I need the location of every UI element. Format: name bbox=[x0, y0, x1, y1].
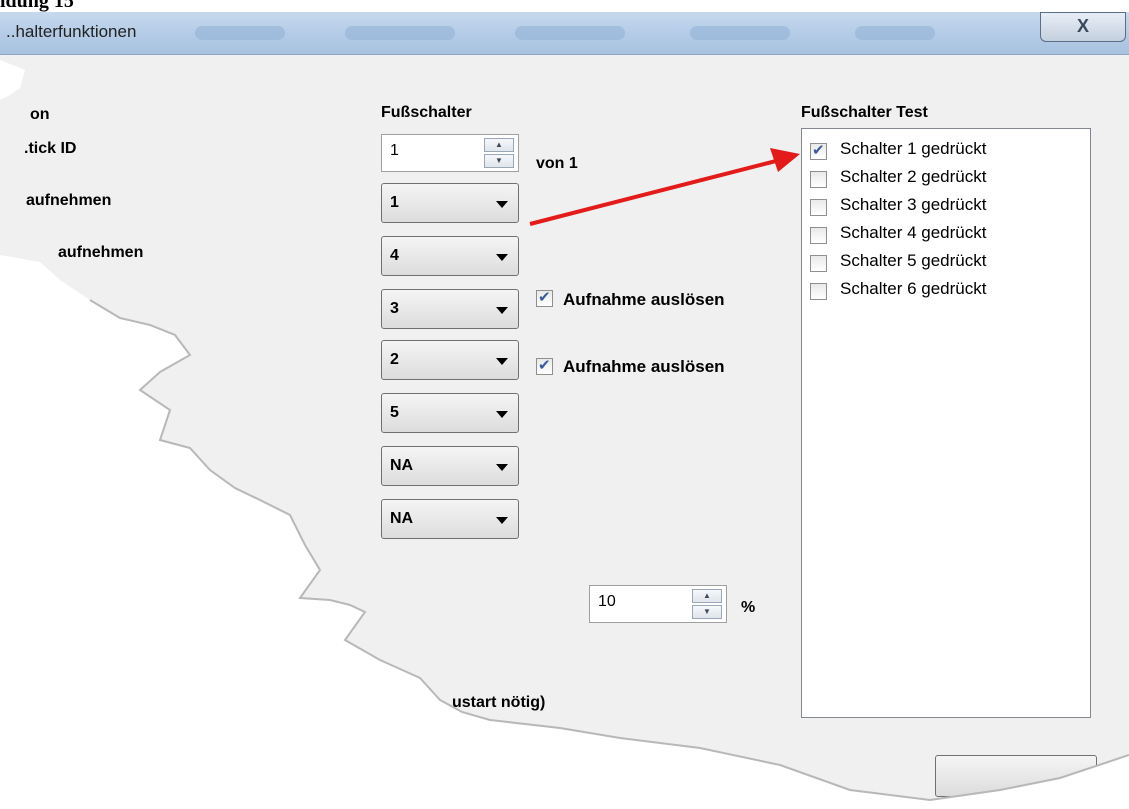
switch-5-checkbox[interactable] bbox=[810, 255, 827, 272]
switch-6-label: Schalter 6 gedrückt bbox=[840, 279, 987, 298]
ok-button-partial[interactable] bbox=[935, 755, 1097, 797]
test-header: Fußschalter Test bbox=[801, 104, 928, 121]
switch-test-listbox[interactable]: Schalter 1 gedrückt Schalter 2 gedrückt … bbox=[801, 128, 1091, 718]
combo-value: 3 bbox=[390, 300, 399, 317]
of-count-label: von 1 bbox=[536, 155, 578, 172]
percent-value: 10 bbox=[598, 593, 616, 610]
down-arrow-icon[interactable]: ▼ bbox=[692, 605, 722, 619]
chevron-down-icon bbox=[496, 307, 508, 314]
footswitch-combo-3[interactable]: 3 bbox=[381, 289, 519, 329]
switch-1-label: Schalter 1 gedrückt bbox=[840, 139, 987, 158]
footswitch-combo-6[interactable]: NA bbox=[381, 446, 519, 486]
restart-note: ustart nötig) bbox=[452, 694, 546, 711]
blurred-menu-tab bbox=[345, 26, 455, 40]
switch-6-checkbox[interactable] bbox=[810, 283, 827, 300]
footswitch-combo-4[interactable]: 2 bbox=[381, 340, 519, 380]
window-title: ..halterfunktionen bbox=[6, 22, 137, 41]
chevron-down-icon bbox=[496, 464, 508, 471]
footswitch-combo-1[interactable]: 1 bbox=[381, 183, 519, 223]
percent-spinner[interactable]: 10 ▲ ▼ bbox=[589, 585, 727, 623]
trigger-recording-label-1: Aufnahme auslösen bbox=[563, 290, 725, 309]
combo-value: 4 bbox=[390, 247, 399, 264]
chevron-down-icon bbox=[496, 201, 508, 208]
combo-value: 5 bbox=[390, 404, 399, 421]
left-label-record-1: aufnehmen bbox=[26, 192, 112, 209]
switch-4-checkbox[interactable] bbox=[810, 227, 827, 244]
chevron-down-icon bbox=[496, 411, 508, 418]
trigger-recording-label-2: Aufnahme auslösen bbox=[563, 357, 725, 376]
combo-value: 2 bbox=[390, 351, 399, 368]
blurred-menu-tab bbox=[515, 26, 625, 40]
blurred-menu-tab bbox=[195, 26, 285, 40]
switch-3-label: Schalter 3 gedrückt bbox=[840, 195, 987, 214]
switch-4-label: Schalter 4 gedrückt bbox=[840, 223, 987, 242]
footswitch-header: Fußschalter bbox=[381, 104, 472, 121]
combo-value: NA bbox=[390, 510, 414, 527]
blurred-menu-tab bbox=[690, 26, 790, 40]
footswitch-combo-7[interactable]: NA bbox=[381, 499, 519, 539]
chevron-down-icon bbox=[496, 358, 508, 365]
chevron-down-icon bbox=[496, 254, 508, 261]
switch-5-label: Schalter 5 gedrückt bbox=[840, 251, 987, 270]
combo-value: NA bbox=[390, 457, 414, 474]
footswitch-id-value: 1 bbox=[390, 142, 399, 159]
footswitch-combo-2[interactable]: 4 bbox=[381, 236, 519, 276]
up-arrow-icon[interactable]: ▲ bbox=[692, 589, 722, 603]
left-label-record-2: aufnehmen bbox=[58, 244, 144, 261]
left-label-stick-id: .tick ID bbox=[24, 140, 77, 157]
window-titlebar: ..halterfunktionen X bbox=[0, 12, 1129, 55]
switch-2-checkbox[interactable] bbox=[810, 171, 827, 188]
trigger-recording-checkbox-1[interactable] bbox=[536, 288, 553, 307]
blurred-menu-tab bbox=[855, 26, 935, 40]
trigger-recording-checkbox-2[interactable] bbox=[536, 356, 553, 375]
down-arrow-icon[interactable]: ▼ bbox=[484, 154, 514, 168]
close-button[interactable]: X bbox=[1040, 12, 1126, 42]
switch-3-checkbox[interactable] bbox=[810, 199, 827, 216]
footswitch-id-spinner[interactable]: 1 ▲ ▼ bbox=[381, 134, 519, 172]
switch-2-label: Schalter 2 gedrückt bbox=[840, 167, 987, 186]
footswitch-combo-5[interactable]: 5 bbox=[381, 393, 519, 433]
percent-unit-label: % bbox=[741, 599, 756, 616]
combo-value: 1 bbox=[390, 194, 399, 211]
left-label-option: on bbox=[30, 106, 50, 123]
up-arrow-icon[interactable]: ▲ bbox=[484, 138, 514, 152]
close-icon: X bbox=[1076, 16, 1089, 36]
switch-1-checkbox[interactable] bbox=[810, 141, 827, 160]
chevron-down-icon bbox=[496, 517, 508, 524]
